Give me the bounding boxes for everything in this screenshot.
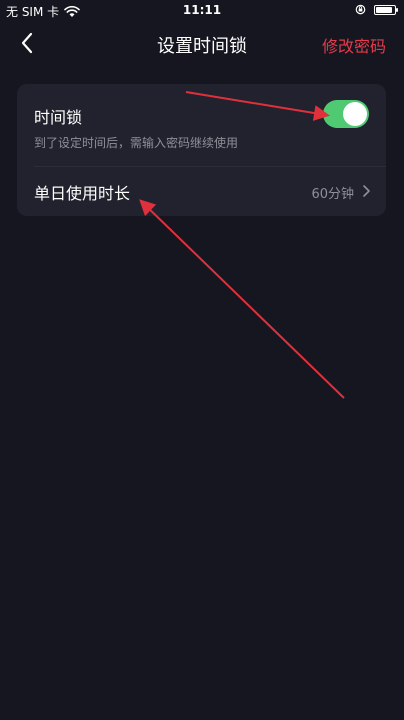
daily-duration-row[interactable]: 单日使用时长 60分钟: [17, 167, 386, 216]
chevron-right-icon: [363, 185, 370, 197]
daily-duration-value: 60分钟: [311, 187, 354, 202]
annotation-arrow-duration: [139, 199, 345, 399]
change-password-button[interactable]: 修改密码: [322, 33, 386, 57]
time-lock-toggle[interactable]: [323, 100, 369, 128]
status-bar: 无 SIM 卡 11:11: [0, 0, 404, 20]
status-time: 11:11: [182, 3, 222, 17]
time-lock-row: 时间锁 到了设定时间后，需输入密码继续使用: [17, 84, 386, 166]
nav-bar: 设置时间锁 修改密码: [0, 26, 404, 62]
daily-duration-title: 单日使用时长: [34, 184, 131, 203]
time-lock-description: 到了设定时间后，需输入密码继续使用: [34, 136, 239, 150]
battery-fill: [376, 6, 392, 13]
settings-card: 时间锁 到了设定时间后，需输入密码继续使用 单日使用时长 60分钟: [17, 84, 386, 216]
screen: 无 SIM 卡 11:11 设置时间锁 修改密码 时间锁 到了设定时间后，需输入…: [0, 0, 404, 720]
time-lock-title: 时间锁: [34, 108, 83, 127]
toggle-knob: [343, 102, 367, 126]
battery-icon: [374, 4, 398, 15]
orientation-lock-icon: [355, 4, 366, 15]
status-right: [355, 4, 398, 15]
